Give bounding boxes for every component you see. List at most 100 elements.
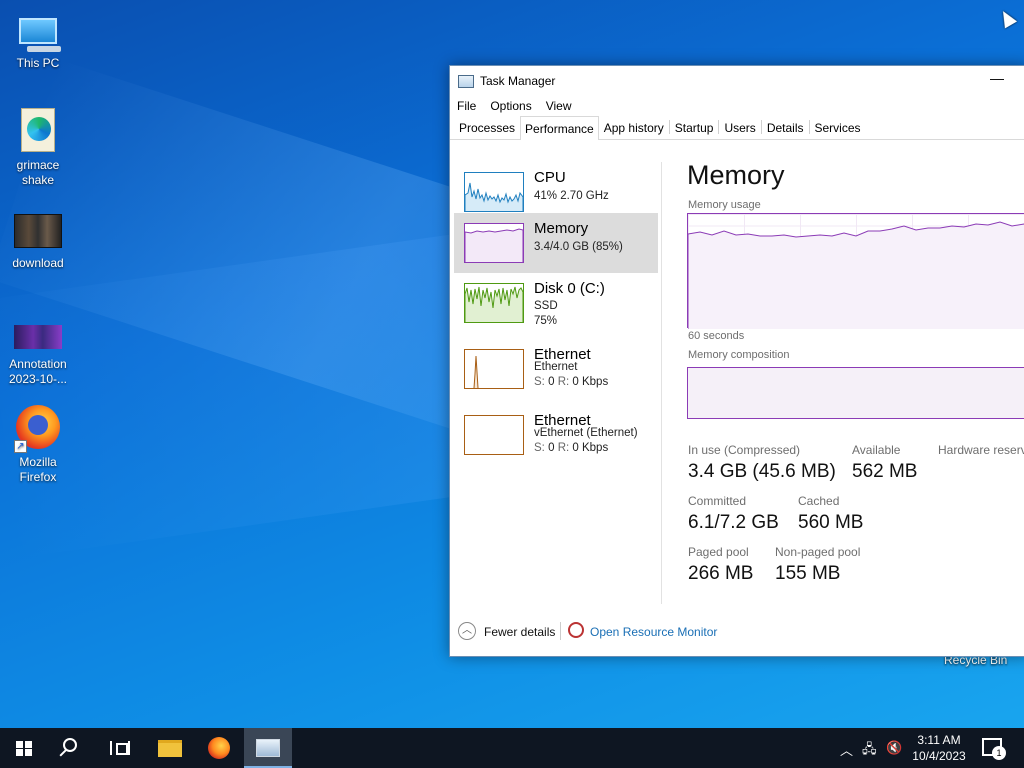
stat-label-non-paged-pool: Non-paged pool (775, 545, 861, 559)
perf-item-throughput: S: 0 R: 0 Kbps (534, 442, 609, 454)
open-resource-monitor-link[interactable]: Open Resource Monitor (590, 625, 717, 639)
ethernet-thumbnail (464, 415, 524, 455)
stat-value-cached: 560 MB (798, 512, 864, 533)
volume-muted-icon[interactable]: 🔇 (886, 740, 902, 756)
taskbar: ︿ 🖧 🔇 3:11 AM 10/4/2023 1 (0, 728, 1024, 768)
desktop-icon-label: download (12, 256, 64, 270)
action-center-icon[interactable]: 1 (982, 738, 1006, 760)
disk-thumbnail (464, 283, 524, 323)
search-button[interactable] (48, 728, 96, 768)
desktop-icon-label: Mozilla Firefox (19, 455, 57, 484)
perf-item-usage: 75% (534, 315, 558, 327)
ethernet-thumbnail (464, 349, 524, 389)
desktop-icon-firefox[interactable]: ↗ Mozilla Firefox (0, 405, 76, 485)
desktop-icon-label: Annotation 2023-10-... (8, 357, 68, 386)
desktop-icon-label: This PC (16, 56, 60, 70)
desktop-icon-label: grimace shake (16, 158, 60, 187)
task-manager-window: Task Manager — File Options View Process… (449, 65, 1024, 657)
minimize-button[interactable]: — (990, 70, 1004, 90)
fewer-details-link[interactable]: Fewer details (484, 625, 555, 639)
menu-bar: File Options View (450, 96, 1024, 116)
stat-label-cached: Cached (798, 494, 840, 508)
menu-file[interactable]: File (457, 99, 476, 113)
stat-value-available: 562 MB (852, 461, 918, 482)
edge-document-icon (21, 108, 55, 152)
pane-divider (661, 162, 662, 604)
perf-item-title: Memory (534, 220, 589, 237)
perf-item-title: Disk 0 (C:) (534, 280, 605, 297)
stat-value-non-paged-pool: 155 MB (775, 563, 841, 584)
chevron-up-icon[interactable]: ︿ (458, 622, 476, 640)
memory-usage-graph (687, 213, 1024, 329)
perf-item-detail: SSD (534, 300, 558, 312)
computer-icon (19, 18, 61, 52)
task-manager-taskbar-button[interactable] (244, 728, 292, 768)
tab-app-history[interactable]: App history (599, 117, 669, 139)
firefox-icon (208, 737, 230, 759)
firefox-icon: ↗ (14, 405, 60, 453)
network-icon[interactable]: 🖧 (862, 740, 877, 762)
tab-strip: Processes Performance App history Startu… (450, 116, 1024, 140)
image-file-icon (14, 325, 62, 349)
perf-item-throughput: S: 0 R: 0 Kbps (534, 376, 609, 388)
window-footer: ︿ Fewer details Open Resource Monitor (450, 620, 1024, 644)
task-view-icon (110, 741, 130, 755)
perf-item-detail: 41% 2.70 GHz (534, 190, 609, 202)
task-manager-icon (256, 739, 280, 757)
desktop-icon-annotation[interactable]: Annotation 2023-10-... (0, 315, 76, 387)
memory-composition-label: Memory composition (688, 349, 790, 361)
start-button[interactable] (0, 728, 48, 768)
image-file-icon (14, 214, 62, 248)
stat-label-hardware-reserved: Hardware reserve (938, 443, 1024, 457)
notification-count-badge: 1 (992, 746, 1006, 760)
perf-item-ethernet[interactable]: Ethernet Ethernet S: 0 R: 0 Kbps (454, 339, 658, 399)
perf-item-adapter: vEthernet (Ethernet) (534, 427, 638, 439)
cpu-thumbnail (464, 172, 524, 212)
tab-details[interactable]: Details (762, 117, 809, 139)
chevron-up-icon[interactable]: ︿ (840, 740, 853, 759)
perf-item-title: CPU (534, 169, 566, 186)
stat-value-committed: 6.1/7.2 GB (688, 512, 779, 533)
menu-view[interactable]: View (546, 99, 572, 113)
mouse-cursor-icon (996, 7, 1018, 29)
clock-time: 3:11 AM (917, 733, 961, 747)
performance-list: CPU 41% 2.70 GHz Memory 3.4/4.0 GB (85%)… (454, 162, 658, 602)
desktop-icon-download[interactable]: download (0, 214, 76, 271)
tab-services[interactable]: Services (810, 117, 866, 139)
perf-item-disk[interactable]: Disk 0 (C:) SSD 75% (454, 273, 658, 333)
stat-value-paged-pool: 266 MB (688, 563, 754, 584)
time-range-label: 60 seconds (688, 330, 745, 342)
system-clock[interactable]: 3:11 AM 10/4/2023 (906, 732, 972, 764)
task-manager-icon (458, 74, 474, 88)
title-bar[interactable]: Task Manager — (450, 66, 1024, 96)
firefox-taskbar-button[interactable] (196, 728, 244, 768)
perf-item-vethernet[interactable]: Ethernet vEthernet (Ethernet) S: 0 R: 0 … (454, 405, 658, 465)
tab-processes[interactable]: Processes (454, 117, 520, 139)
menu-options[interactable]: Options (490, 99, 531, 113)
shortcut-arrow-icon: ↗ (14, 440, 27, 453)
file-explorer-button[interactable] (146, 728, 194, 768)
window-title: Task Manager (480, 74, 556, 88)
perf-item-memory[interactable]: Memory 3.4/4.0 GB (85%) (454, 213, 658, 273)
stat-label-in-use: In use (Compressed) (688, 443, 801, 457)
file-explorer-icon (158, 740, 182, 757)
memory-thumbnail (464, 223, 524, 263)
memory-detail-pane: Memory Memory usage 60 seconds Memory co… (687, 160, 1024, 602)
desktop-icon-this-pc[interactable]: This PC (0, 10, 76, 71)
memory-composition-bar (687, 367, 1024, 419)
tab-startup[interactable]: Startup (670, 117, 719, 139)
page-title: Memory (687, 160, 785, 190)
stat-label-committed: Committed (688, 494, 747, 508)
resource-monitor-icon (568, 622, 584, 638)
perf-item-adapter: Ethernet (534, 361, 578, 373)
memory-usage-label: Memory usage (688, 199, 761, 211)
search-icon (63, 738, 77, 752)
clock-date: 10/4/2023 (912, 749, 966, 763)
desktop-icon-grimace-shake[interactable]: grimace shake (0, 108, 76, 188)
perf-item-detail: 3.4/4.0 GB (85%) (534, 241, 623, 253)
stat-label-paged-pool: Paged pool (688, 545, 749, 559)
stat-value-in-use: 3.4 GB (45.6 MB) (688, 461, 836, 482)
tab-performance[interactable]: Performance (520, 116, 599, 140)
task-view-button[interactable] (96, 728, 144, 768)
tab-users[interactable]: Users (719, 117, 760, 139)
